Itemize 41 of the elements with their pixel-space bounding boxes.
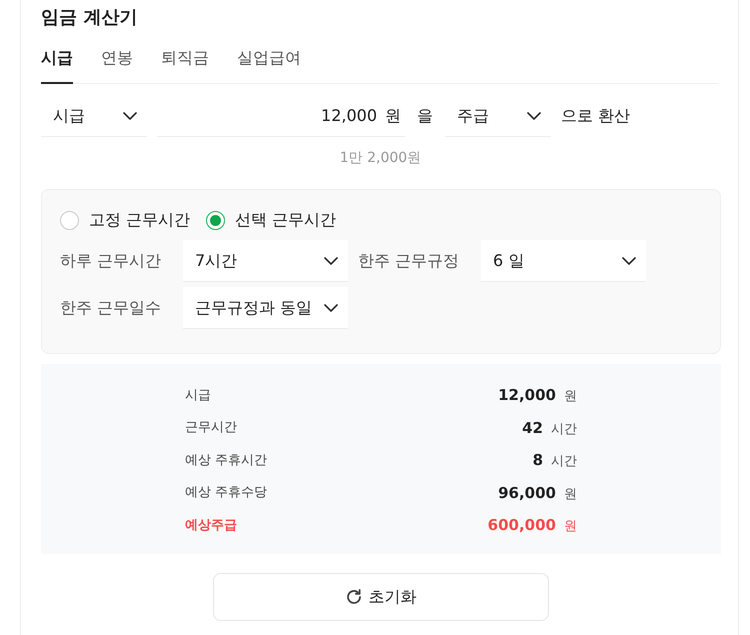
- option-select[interactable]: 6 일: [481, 240, 646, 282]
- field-label: 한주 근무일수: [60, 297, 162, 319]
- radio-button[interactable]: [206, 210, 226, 230]
- amount-field[interactable]: 12,000 원: [157, 95, 405, 137]
- radio-button[interactable]: [60, 210, 79, 230]
- chevron-down-icon: [527, 112, 541, 120]
- result-unit: 시간: [551, 453, 577, 471]
- result-label: 근무시간: [185, 419, 237, 437]
- chevron-down-icon: [324, 256, 338, 264]
- tab[interactable]: 퇴직금: [161, 41, 209, 84]
- chevron-down-icon: [324, 304, 338, 312]
- radio-label[interactable]: 선택 근무시간: [235, 208, 336, 232]
- result-value: 42: [522, 418, 543, 438]
- result-label: 예상주급: [185, 516, 237, 534]
- result-label: 예상 주휴수당: [185, 484, 268, 502]
- result-label: 예상 주휴시간: [185, 452, 268, 470]
- result-label: 시급: [185, 386, 211, 404]
- convert-suffix: 으로 환산: [561, 105, 630, 127]
- result-unit: 원: [564, 486, 577, 504]
- particle-text: 을: [417, 105, 433, 127]
- tab[interactable]: 연봉: [101, 41, 133, 84]
- option-select[interactable]: 7시간: [183, 240, 348, 282]
- result-value: 12,000: [498, 385, 556, 406]
- result-value: 96,000: [498, 482, 556, 504]
- tab[interactable]: 실업급여: [237, 41, 301, 84]
- tab[interactable]: 시급: [41, 41, 73, 84]
- result-value: 600,000: [488, 515, 556, 536]
- refresh-icon: [346, 589, 362, 605]
- result-value: 8: [532, 450, 543, 471]
- page-title: 임금 계산기: [41, 6, 138, 30]
- result-unit: 시간: [551, 420, 577, 438]
- field-label: 한주 근무규정: [358, 250, 460, 272]
- result-unit: 원: [564, 388, 577, 406]
- amount-in-words: 1만 2,000원: [340, 149, 422, 168]
- result-unit: 원: [564, 518, 577, 536]
- field-label: 하루 근무시간: [60, 250, 162, 272]
- reset-button[interactable]: 초기화: [213, 573, 549, 621]
- chevron-down-icon: [622, 256, 636, 264]
- chevron-down-icon: [123, 112, 137, 120]
- option-select[interactable]: 근무규정과 동일: [183, 287, 348, 329]
- radio-label[interactable]: 고정 근무시간: [89, 208, 190, 232]
